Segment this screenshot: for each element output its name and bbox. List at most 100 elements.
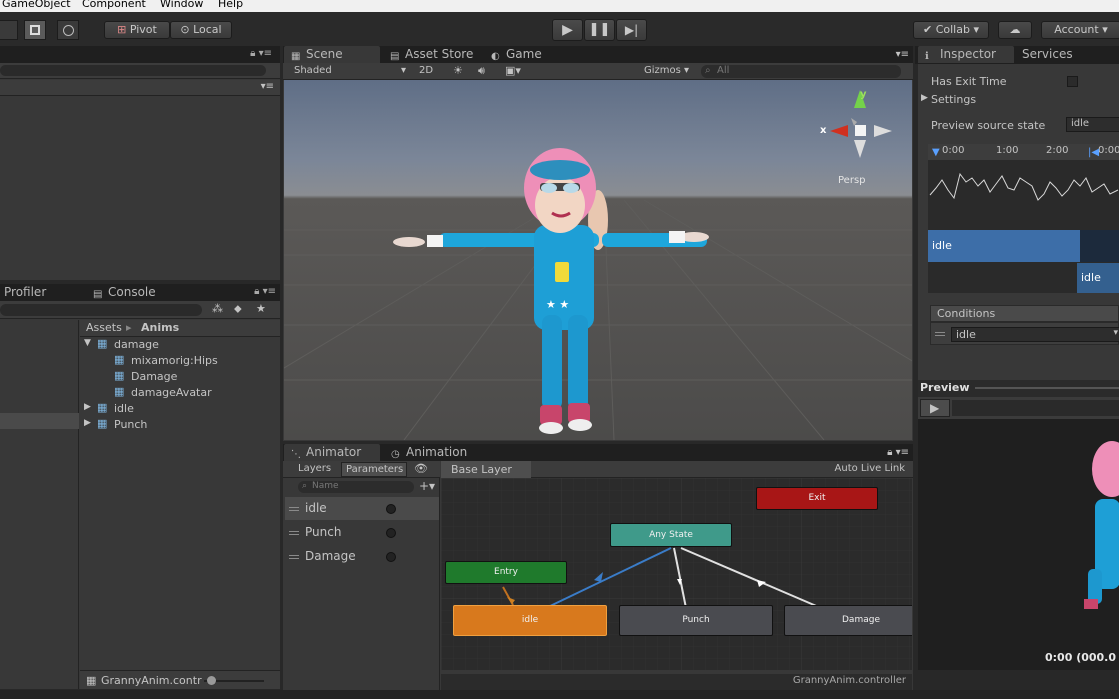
foldout-arrow-icon[interactable]: ▶ (84, 418, 91, 428)
local-button[interactable]: ⊙ Local (170, 21, 232, 39)
hierarchy-search-input[interactable] (0, 65, 266, 76)
param-row-punch[interactable]: Punch (285, 521, 439, 544)
asset-tree-item[interactable]: ▦ mixamorig:Hips (80, 353, 280, 369)
foldout-arrow-icon[interactable]: ▶ (84, 402, 91, 412)
end-marker-icon[interactable]: |◀ (1088, 147, 1099, 158)
2d-toggle[interactable]: 2D (419, 65, 433, 76)
preview-play-button[interactable]: ▶ (920, 399, 950, 417)
menu-gameobject[interactable]: GameObject (2, 0, 71, 10)
exit-node[interactable]: Exit (756, 487, 878, 510)
idle-state-node[interactable]: idle (453, 605, 607, 636)
param-search-input[interactable]: ⌕ Name (298, 481, 414, 493)
asset-tree-item[interactable]: ▦ Damage (80, 369, 280, 385)
tab-parameters[interactable]: Parameters (341, 462, 407, 477)
has-exit-time-checkbox[interactable] (1067, 76, 1078, 87)
add-parameter-icon[interactable]: +▾ (419, 479, 435, 493)
drag-handle-icon[interactable] (289, 531, 299, 532)
lighting-icon[interactable]: ☀ (453, 64, 463, 77)
icon-size-slider[interactable] (204, 676, 264, 685)
transition-timeline[interactable]: 0:00 1:00 2:00 0:00 ▼ |◀ idle idle (928, 144, 1119, 293)
scene-menu-icon[interactable]: ▾≡ (896, 49, 909, 60)
menu-window[interactable]: Window (160, 0, 203, 10)
foldout-arrow-icon[interactable]: ▼ (84, 338, 91, 348)
cloud-button[interactable]: ☁ (998, 21, 1032, 39)
settings-foldout-icon[interactable]: ▶ (921, 93, 928, 103)
shading-dropdown[interactable]: Shaded (294, 65, 332, 76)
param-row-idle[interactable]: idle (285, 497, 439, 520)
collab-button[interactable]: ✔ Collab ▾ (913, 21, 989, 39)
asset-tree-item[interactable]: ▦ damageAvatar (80, 385, 280, 401)
menu-help[interactable]: Help (218, 0, 243, 10)
check-icon: ✔ (923, 23, 936, 36)
tab-game[interactable]: ◐ Game (484, 46, 564, 63)
folder-tree (0, 320, 79, 689)
trigger-toggle[interactable] (386, 552, 396, 562)
scene-viewport[interactable]: ★ ★ y x Persp (284, 80, 912, 440)
settings-foldout[interactable]: Settings (931, 93, 976, 106)
breadcrumb-current[interactable]: Anims (141, 321, 179, 334)
start-marker-icon[interactable]: ▼ (932, 147, 940, 158)
tab-asset-store[interactable]: ▤ Asset Store (383, 46, 479, 63)
condition-parameter-dropdown[interactable]: idle ▾ (951, 327, 1119, 342)
damage-state-node[interactable]: Damage (784, 605, 912, 636)
panel-menu-icon[interactable]: 🔒︎ ▾≡ (254, 286, 276, 297)
favorite-icon[interactable]: ★ (256, 302, 266, 315)
tab-scene[interactable]: ▦ Scene (284, 46, 380, 63)
tab-profiler[interactable]: Profiler (0, 284, 82, 301)
asset-tree-item[interactable]: ▶ ▦ Punch (80, 417, 280, 433)
tab-inspector[interactable]: ℹ Inspector (918, 46, 1014, 63)
drag-handle-icon[interactable] (289, 507, 299, 508)
source-clip-bar[interactable]: idle (928, 230, 1080, 262)
drag-handle-icon[interactable] (289, 555, 299, 556)
asset-tree-item[interactable]: ▼ ▦ damage (80, 337, 280, 353)
step-button[interactable]: ▶| (616, 19, 647, 41)
slider-thumb[interactable] (207, 676, 216, 685)
scene-toolbar: Shaded ▾ 2D ☀ 🔊︎ ▣▾ Gizmos ▾ ⌕ All (283, 63, 913, 80)
tab-animation[interactable]: ◷ Animation (384, 444, 484, 461)
tab-layers[interactable]: Layers (298, 463, 331, 474)
selected-folder-row[interactable] (0, 413, 79, 429)
eye-icon[interactable]: 👁︎ (414, 462, 428, 475)
state-machine-graph[interactable]: Exit Any State Entry idle Punch Damage (441, 478, 912, 670)
tab-console[interactable]: ▤ Console (86, 284, 186, 301)
preview-header: Preview (918, 380, 1119, 397)
destination-clip-bar[interactable]: idle (1077, 263, 1119, 293)
menu-component[interactable]: Component (82, 0, 146, 10)
punch-state-node[interactable]: Punch (619, 605, 773, 636)
lock-icon[interactable]: 🔒︎ ▾≡ (250, 48, 272, 59)
project-search-input[interactable] (0, 304, 202, 316)
animator-menu-icon[interactable]: 🔒︎ ▾≡ (887, 447, 909, 458)
pivot-button[interactable]: ⊞ Pivot (104, 21, 170, 39)
transform-tool-icon[interactable] (57, 20, 79, 40)
projection-label[interactable]: Persp (838, 175, 866, 186)
auto-live-link-button[interactable]: Auto Live Link (835, 463, 905, 474)
effects-icon[interactable]: ▣▾ (505, 64, 521, 77)
gizmos-dropdown[interactable]: Gizmos ▾ (644, 65, 689, 76)
pause-button[interactable]: ❚❚ (584, 19, 615, 41)
scale-tool-icon[interactable] (0, 20, 18, 40)
preview-source-dropdown[interactable]: idle (1066, 117, 1119, 132)
svg-text:★ ★: ★ ★ (546, 298, 569, 311)
preview-scrub-bar[interactable] (952, 400, 1119, 416)
param-row-damage[interactable]: Damage (285, 545, 439, 568)
base-layer-breadcrumb[interactable]: Base Layer (441, 461, 531, 478)
tab-animator[interactable]: ⋱ Animator (284, 444, 380, 461)
audio-icon[interactable]: 🔊︎ (478, 64, 485, 78)
track-source: idle (928, 230, 1119, 262)
play-button[interactable]: ▶ (552, 19, 583, 41)
tab-services[interactable]: Services (1015, 46, 1111, 63)
preview-viewport[interactable]: 0:00 (000.0 (918, 419, 1119, 670)
account-button[interactable]: Account ▾ (1041, 21, 1119, 39)
filter-type-icon[interactable]: ⁂ (212, 302, 223, 315)
trigger-toggle[interactable] (386, 504, 396, 514)
scene-search-input[interactable]: ⌕ All (701, 65, 901, 78)
asset-tree-item[interactable]: ▶ ▦ idle (80, 401, 280, 417)
any-state-node[interactable]: Any State (610, 523, 732, 547)
drag-handle-icon[interactable] (935, 332, 945, 333)
trigger-toggle[interactable] (386, 528, 396, 538)
menu-icon[interactable]: ▾≡ (261, 81, 274, 92)
breadcrumb-root[interactable]: Assets (86, 321, 122, 334)
rect-tool-icon[interactable] (24, 20, 46, 40)
entry-node[interactable]: Entry (445, 561, 567, 584)
label-icon[interactable]: ⬥ (234, 302, 242, 316)
